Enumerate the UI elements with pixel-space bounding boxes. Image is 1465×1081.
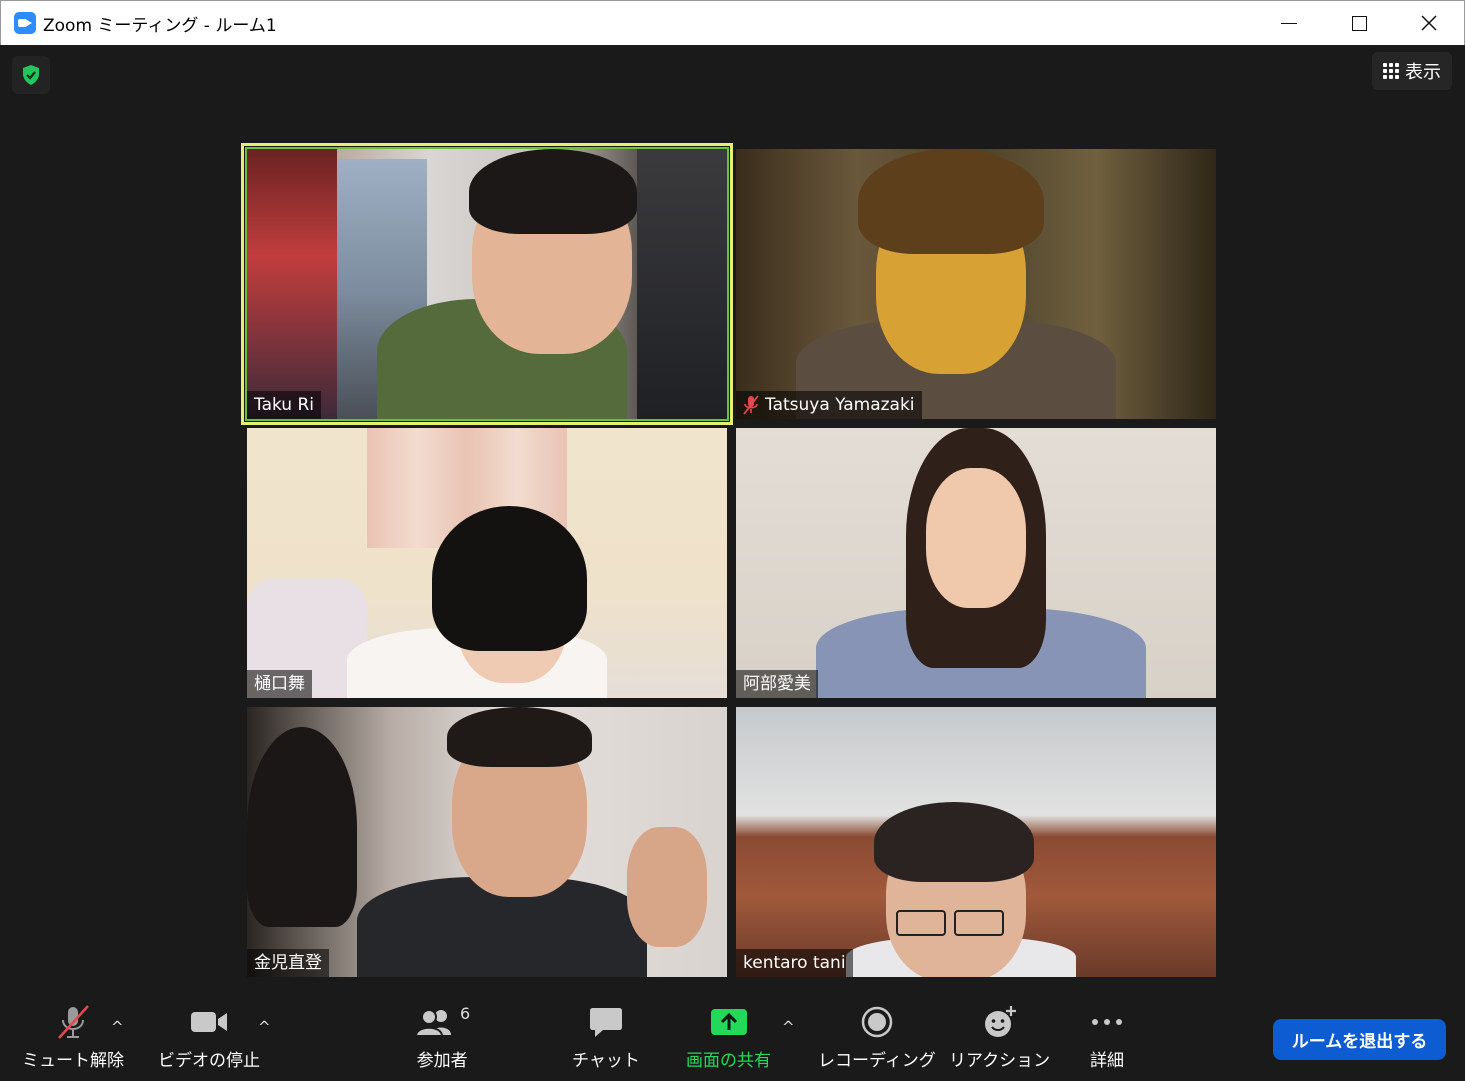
- record-icon: [861, 1006, 893, 1038]
- unmute-label: ミュート解除: [22, 1051, 124, 1071]
- more-dots-icon: [1092, 1019, 1122, 1025]
- close-icon: [1421, 15, 1437, 31]
- video-tile-higuchi-mai[interactable]: 樋口舞: [247, 428, 727, 698]
- maximize-button[interactable]: [1324, 1, 1394, 45]
- leave-room-button[interactable]: ルームを退出する: [1273, 1019, 1446, 1060]
- minimize-icon: [1281, 22, 1297, 24]
- reactions-label: リアクション: [949, 1051, 1051, 1071]
- more-button[interactable]: 詳細: [1090, 1004, 1124, 1071]
- close-button[interactable]: [1394, 1, 1464, 45]
- video-camera-icon: [191, 1012, 227, 1032]
- chat-button[interactable]: チャット: [572, 1004, 640, 1071]
- shield-check-icon: [23, 65, 39, 85]
- participant-name-label: 樋口舞: [247, 670, 312, 698]
- share-screen-label: 画面の共有: [686, 1051, 771, 1071]
- grid-icon: [1383, 63, 1399, 79]
- video-tile-kentaro-tani[interactable]: kentaro tani: [736, 707, 1216, 977]
- participant-name-label: 金児直登: [247, 949, 329, 977]
- minimize-button[interactable]: [1254, 1, 1324, 45]
- participant-name: 金児直登: [254, 953, 322, 973]
- stop-video-label: ビデオの停止: [158, 1051, 260, 1071]
- window-controls: [1254, 1, 1464, 45]
- participants-button[interactable]: 6 参加者: [414, 1004, 470, 1071]
- reactions-button[interactable]: リアクション: [949, 1004, 1050, 1071]
- record-label: レコーディング: [818, 1051, 936, 1071]
- participant-name: Taku Ri: [254, 395, 315, 415]
- participant-name-label: Taku Ri: [247, 391, 322, 419]
- video-tile-kaneko-naoto[interactable]: 金児直登: [247, 707, 727, 977]
- video-tile-abe-manami[interactable]: 阿部愛美: [736, 428, 1216, 698]
- video-tile-taku-ri[interactable]: Taku Ri: [247, 149, 727, 419]
- view-label: 表示: [1405, 62, 1441, 83]
- smiley-add-icon: [984, 1006, 1016, 1037]
- video-feed: [247, 707, 727, 977]
- share-screen-icon: [710, 1009, 747, 1035]
- unmute-button[interactable]: ミュート解除: [22, 1004, 124, 1071]
- participants-count: 6: [460, 1004, 471, 1023]
- more-label: 詳細: [1090, 1051, 1124, 1071]
- view-button[interactable]: 表示: [1372, 52, 1452, 90]
- video-feed: [247, 428, 727, 698]
- chat-bubble-icon: [589, 1008, 622, 1037]
- share-options-caret[interactable]: ^: [782, 1018, 795, 1036]
- muted-microphone-icon: [743, 395, 759, 415]
- video-options-caret[interactable]: ^: [258, 1018, 271, 1036]
- chat-label: チャット: [572, 1051, 640, 1071]
- video-feed: [736, 707, 1216, 977]
- participant-name-label: Tatsuya Yamazaki: [736, 391, 922, 419]
- participants-label: 参加者: [416, 1051, 468, 1071]
- share-screen-button[interactable]: 画面の共有: [686, 1004, 771, 1071]
- muted-microphone-icon: [58, 1005, 89, 1039]
- video-tile-tatsuya-yamazaki[interactable]: Tatsuya Yamazaki: [736, 149, 1216, 419]
- participant-name-label: 阿部愛美: [736, 670, 818, 698]
- participant-name: kentaro tani: [743, 953, 846, 973]
- video-feed: [247, 149, 727, 419]
- video-feed: [736, 149, 1216, 419]
- zoom-app-icon: [14, 12, 36, 34]
- participants-icon: [414, 1009, 451, 1036]
- window-title: Zoom ミーティング - ルーム1: [43, 15, 277, 36]
- audio-options-caret[interactable]: ^: [111, 1018, 124, 1036]
- video-feed: [736, 428, 1216, 698]
- stop-video-button[interactable]: ビデオの停止: [158, 1004, 260, 1071]
- title-bar: Zoom ミーティング - ルーム1: [0, 0, 1465, 45]
- record-button[interactable]: レコーディング: [818, 1004, 936, 1071]
- security-shield-button[interactable]: [12, 56, 50, 94]
- maximize-icon: [1351, 15, 1367, 31]
- participant-name: 阿部愛美: [743, 674, 811, 694]
- participant-name-label: kentaro tani: [736, 949, 853, 977]
- participant-name: 樋口舞: [254, 674, 305, 694]
- meeting-toolbar: ミュート解除 ^ ビデオの停止 ^ 6 参加者 チャット 画面の共有 ^ レコー…: [0, 992, 1465, 1081]
- participant-name: Tatsuya Yamazaki: [765, 395, 915, 415]
